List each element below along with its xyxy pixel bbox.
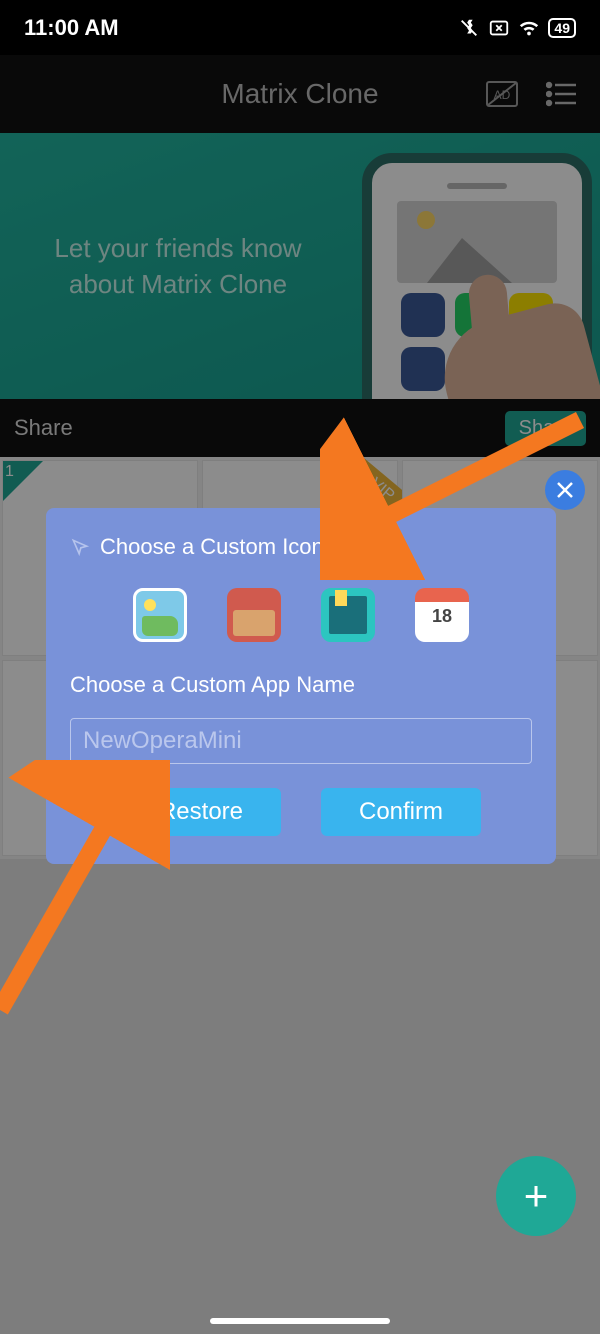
icon-option-notebook[interactable] — [321, 588, 375, 642]
fab-add-button[interactable]: + — [496, 1156, 576, 1236]
icon-options — [70, 588, 532, 642]
app-name-input[interactable] — [70, 718, 532, 764]
cursor-icon — [70, 537, 90, 557]
icon-option-wallet[interactable] — [227, 588, 281, 642]
status-bar: 11:00 AM 49 — [0, 0, 600, 55]
modal-name-heading: Choose a Custom App Name — [70, 672, 532, 698]
home-indicator[interactable] — [210, 1318, 390, 1324]
annotation-arrow-2 — [0, 760, 170, 1020]
close-box-icon — [488, 17, 510, 39]
modal-icon-heading: Choose a Custom Icon — [100, 534, 324, 560]
status-icons: 49 — [458, 17, 576, 39]
annotation-arrow-1 — [320, 400, 600, 580]
vibrate-icon — [458, 17, 480, 39]
status-time: 11:00 AM — [24, 15, 119, 41]
confirm-button[interactable]: Confirm — [321, 788, 481, 836]
wifi-icon — [518, 17, 540, 39]
battery-indicator: 49 — [548, 18, 576, 38]
icon-option-calendar[interactable] — [415, 588, 469, 642]
icon-option-gallery[interactable] — [133, 588, 187, 642]
